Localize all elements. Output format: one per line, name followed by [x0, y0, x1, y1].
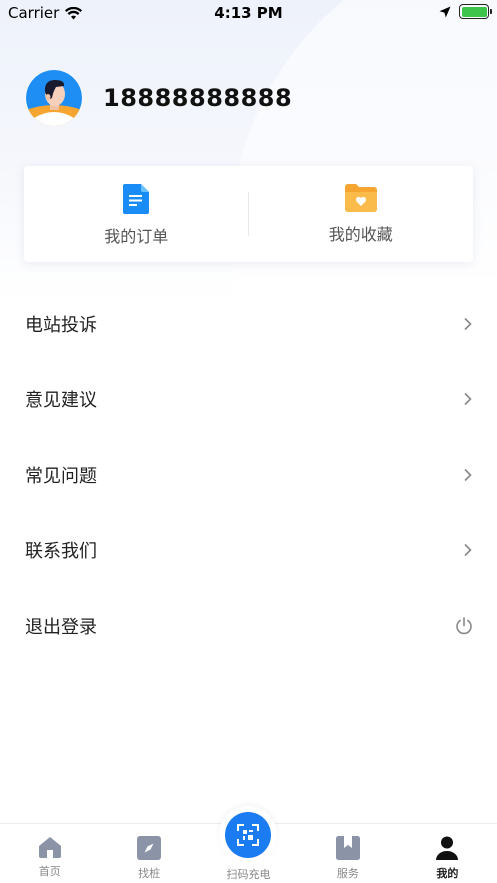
my-orders-button[interactable]: 我的订单: [24, 166, 249, 262]
power-icon: [456, 616, 472, 634]
tab-label: 服务: [336, 867, 359, 880]
compass-icon: [137, 836, 162, 860]
settings-menu: 电站投诉 意见建议 常见问题 联系我们 退出登录: [0, 286, 497, 664]
chevron-right-icon: [464, 317, 472, 330]
quick-actions-card: 我的订单 我的收藏: [24, 166, 473, 262]
scan-charge-circle[interactable]: [225, 812, 271, 858]
service-book-icon: [335, 836, 360, 860]
status-right-group: [439, 4, 492, 19]
user-icon: [436, 836, 459, 860]
my-favorites-button[interactable]: 我的收藏: [249, 166, 474, 262]
user-phone-number: 18888888888: [103, 84, 293, 112]
menu-item-label: 退出登录: [25, 616, 97, 638]
avatar-illustration-icon: [26, 70, 82, 126]
tab-service[interactable]: 服务: [298, 824, 397, 883]
menu-item-feedback[interactable]: 意见建议: [0, 362, 497, 438]
scan-charge-button[interactable]: [219, 806, 277, 864]
tab-label: 首页: [38, 865, 61, 878]
menu-item-label: 电站投诉: [25, 314, 97, 336]
menu-item-logout[interactable]: 退出登录: [0, 588, 497, 664]
my-favorites-label: 我的收藏: [328, 225, 393, 244]
status-bar: Carrier 4:13 PM: [0, 0, 497, 26]
menu-item-label: 常见问题: [25, 465, 97, 487]
menu-item-label: 联系我们: [25, 541, 97, 563]
heart-folder-icon: [344, 184, 377, 212]
document-icon: [123, 184, 150, 214]
tab-label: 找桩: [138, 867, 161, 880]
home-icon: [38, 837, 61, 858]
card-divider: [248, 192, 249, 236]
tab-label: 我的: [436, 867, 459, 880]
menu-item-station-complaint[interactable]: 电站投诉: [0, 286, 497, 362]
profile-header[interactable]: 18888888888: [26, 70, 292, 126]
menu-item-contact-us[interactable]: 联系我们: [0, 513, 497, 589]
battery-icon: [459, 4, 492, 19]
chevron-right-icon: [464, 468, 472, 481]
menu-item-label: 意见建议: [25, 390, 97, 412]
tab-find-station[interactable]: 找桩: [99, 824, 198, 883]
chevron-right-icon: [464, 393, 472, 406]
my-orders-label: 我的订单: [104, 227, 169, 246]
menu-item-faq[interactable]: 常见问题: [0, 437, 497, 513]
location-arrow-icon: [439, 6, 451, 17]
avatar[interactable]: [26, 70, 82, 126]
status-time: 4:13 PM: [214, 4, 283, 22]
tab-mine[interactable]: 我的: [398, 824, 497, 883]
chevron-right-icon: [464, 544, 472, 557]
tab-home[interactable]: 首页: [0, 824, 99, 883]
scan-icon: [237, 824, 259, 846]
